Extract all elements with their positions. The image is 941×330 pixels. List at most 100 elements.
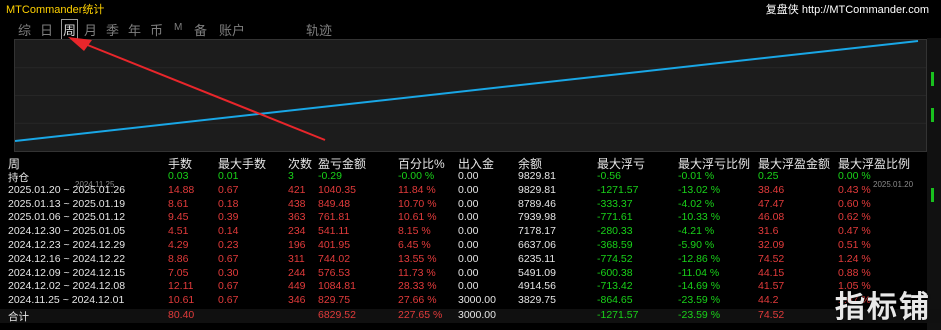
table-row[interactable]: 2024.12.09 ~ 2024.12.15 7.05 0.30 244 576.53… bbox=[0, 267, 941, 281]
table-cell: 74.52 bbox=[758, 252, 785, 265]
table-cell: 7.05 bbox=[168, 266, 189, 279]
table-cell: 4.29 bbox=[168, 239, 189, 251]
app-title: MTCommander统计 bbox=[6, 4, 105, 16]
table-cell: 0.00 bbox=[458, 170, 479, 182]
balance-line bbox=[15, 40, 919, 142]
table-cell: 0.88 % bbox=[838, 266, 871, 279]
table-row[interactable]: 2024.12.02 ~ 2024.12.08 12.11 0.67 449 1084.… bbox=[0, 280, 941, 294]
table-cell: 31.6 bbox=[758, 225, 779, 238]
table-cell: -11.04 % bbox=[678, 266, 720, 279]
table-cell: 311 bbox=[288, 252, 305, 265]
table-cell: -771.61 bbox=[597, 211, 633, 224]
table-cell: 80.40 bbox=[168, 309, 195, 321]
table-cell: 0.39 bbox=[218, 211, 239, 224]
table-header: 周手数 最大手数 次数 盈亏金额 百分比% 出入金 余额 最大浮亏 最大浮亏比例 最大浮盈金额 最大… bbox=[0, 156, 941, 171]
table-cell: 2024.12.02 ~ 2024.12.08 bbox=[8, 280, 126, 293]
table-cell: 346 bbox=[288, 294, 306, 307]
table-cell: 7939.98 bbox=[518, 211, 556, 224]
table-cell: -864.65 bbox=[597, 294, 633, 307]
table-cell: -368.59 bbox=[597, 239, 633, 251]
table-cell: 3000.00 bbox=[458, 294, 496, 307]
table-cell: 438 bbox=[288, 197, 306, 210]
table-cell: 0.14 bbox=[218, 225, 239, 238]
table-row[interactable]: 2024.12.16 ~ 2024.12.22 8.86 0.67 311 744.02… bbox=[0, 253, 941, 267]
total-row[interactable]: 合计 80.40 6829.52 227.65 % 3000.00 -1271.57 -23… bbox=[0, 309, 941, 323]
table-cell: -0.01 % bbox=[678, 170, 715, 182]
brand-link[interactable]: 复盘侠 http://MTCommander.com bbox=[766, 1, 929, 17]
table-cell: 4.51 bbox=[168, 225, 189, 238]
table-cell: 1.24 % bbox=[838, 252, 871, 265]
table-cell: 0.18 bbox=[218, 197, 239, 210]
table-cell: 2025.01.06 ~ 2025.01.12 bbox=[8, 211, 126, 224]
tab-month[interactable]: 月 bbox=[84, 20, 97, 39]
table-cell: 0.00 bbox=[458, 280, 479, 293]
tab-day[interactable]: 日 bbox=[40, 20, 53, 39]
table-cell: 0.00 bbox=[458, 211, 479, 224]
table-cell: 227.65 % bbox=[398, 309, 443, 321]
table-row[interactable]: 2025.01.06 ~ 2025.01.12 9.45 0.39 363 761.81… bbox=[0, 211, 941, 225]
tab-year[interactable]: 年 bbox=[128, 20, 141, 39]
table-cell: 0.00 bbox=[458, 183, 479, 196]
tab-summary[interactable]: 综 bbox=[18, 20, 31, 39]
window: MTCommander统计 复盘侠 http://MTCommander.com… bbox=[0, 0, 941, 330]
edge-marker bbox=[931, 72, 934, 86]
tab-account[interactable]: 账户 bbox=[219, 20, 245, 39]
table-cell: 5491.09 bbox=[518, 266, 556, 279]
table-row[interactable]: 2024.11.25 ~ 2024.12.01 10.61 0.67 346 829.7… bbox=[0, 294, 941, 308]
table-cell: -10.33 % bbox=[678, 211, 721, 224]
table-cell: -0.29 bbox=[318, 170, 342, 182]
table-cell: 2024.12.09 ~ 2024.12.15 bbox=[8, 266, 126, 279]
tab-m[interactable]: M bbox=[174, 22, 182, 33]
table-cell: 0.00 % bbox=[838, 170, 871, 182]
table-cell: -4.21 % bbox=[678, 225, 715, 238]
table-cell: 421 bbox=[288, 183, 306, 196]
table-cell: 0.67 bbox=[218, 183, 239, 196]
tab-backup[interactable]: 备 bbox=[194, 20, 207, 39]
tab-currency[interactable]: 币 bbox=[150, 20, 163, 39]
table-cell: -1271.57 bbox=[597, 183, 639, 196]
edge-marker bbox=[931, 108, 934, 122]
table-row[interactable]: 2024.12.30 ~ 2025.01.05 4.51 0.14 234 541.11… bbox=[0, 225, 941, 239]
table-cell: 849.48 bbox=[318, 197, 351, 210]
table-cell: -13.02 % bbox=[678, 183, 721, 196]
table-cell: 持仓 bbox=[8, 172, 29, 184]
table-cell: -713.42 bbox=[597, 280, 633, 293]
table-cell: 27.66 % bbox=[398, 294, 437, 307]
table-cell: 8789.46 bbox=[518, 197, 556, 210]
table-cell: 38.46 bbox=[758, 183, 785, 196]
table-cell: 12.11 bbox=[168, 280, 194, 293]
table-cell: 合计 bbox=[8, 311, 29, 323]
table-cell: -4.02 % bbox=[678, 197, 715, 210]
holding-row[interactable]: 持仓 0.03 0.01 3 -0.29 -0.00 % 0.00 9829.81 -0.56 -… bbox=[0, 170, 941, 184]
table-cell: 14.88 bbox=[168, 183, 195, 196]
table-cell: -5.90 % bbox=[678, 239, 715, 251]
table-cell: 2024.11.25 ~ 2024.12.01 bbox=[8, 294, 125, 307]
table-row[interactable]: 2025.01.13 ~ 2025.01.19 8.61 0.18 438 849.48… bbox=[0, 198, 941, 212]
table-cell: -1271.57 bbox=[597, 309, 639, 321]
table-cell: 0.30 bbox=[218, 266, 239, 279]
tab-quarter[interactable]: 季 bbox=[106, 20, 119, 39]
watermark: 指标铺 bbox=[835, 290, 931, 325]
table-cell: 47.47 bbox=[758, 197, 785, 210]
table-cell: 13.55 % bbox=[398, 252, 437, 265]
table-cell: -23.59 % bbox=[678, 309, 721, 321]
table-cell: 3 bbox=[288, 170, 294, 182]
table-cell: 2025.01.13 ~ 2025.01.19 bbox=[8, 197, 126, 210]
table-cell: 44.2 bbox=[758, 294, 779, 307]
table-cell: -774.52 bbox=[597, 252, 633, 265]
table-row[interactable]: 2024.12.23 ~ 2024.12.29 4.29 0.23 196 401.95… bbox=[0, 239, 941, 253]
table-cell: 9.45 bbox=[168, 211, 189, 224]
table-cell: 0.00 bbox=[458, 239, 479, 251]
table-cell: 0.00 bbox=[458, 252, 479, 265]
balance-chart-svg bbox=[15, 40, 926, 142]
table-cell: 74.52 bbox=[758, 309, 785, 321]
table-cell: 576.53 bbox=[318, 266, 351, 279]
table-cell: 761.81 bbox=[318, 211, 351, 224]
tab-week[interactable]: 周 bbox=[61, 19, 79, 40]
table-row[interactable]: 2025.01.20 ~ 2025.01.26 14.88 0.67 421 1040.… bbox=[0, 184, 941, 198]
table-cell: 449 bbox=[288, 280, 306, 293]
table-cell: 4914.56 bbox=[518, 280, 556, 293]
table-cell: -0.00 % bbox=[398, 170, 435, 182]
tab-track[interactable]: 轨迹 bbox=[306, 20, 332, 39]
table-cell: 9829.81 bbox=[518, 183, 556, 196]
